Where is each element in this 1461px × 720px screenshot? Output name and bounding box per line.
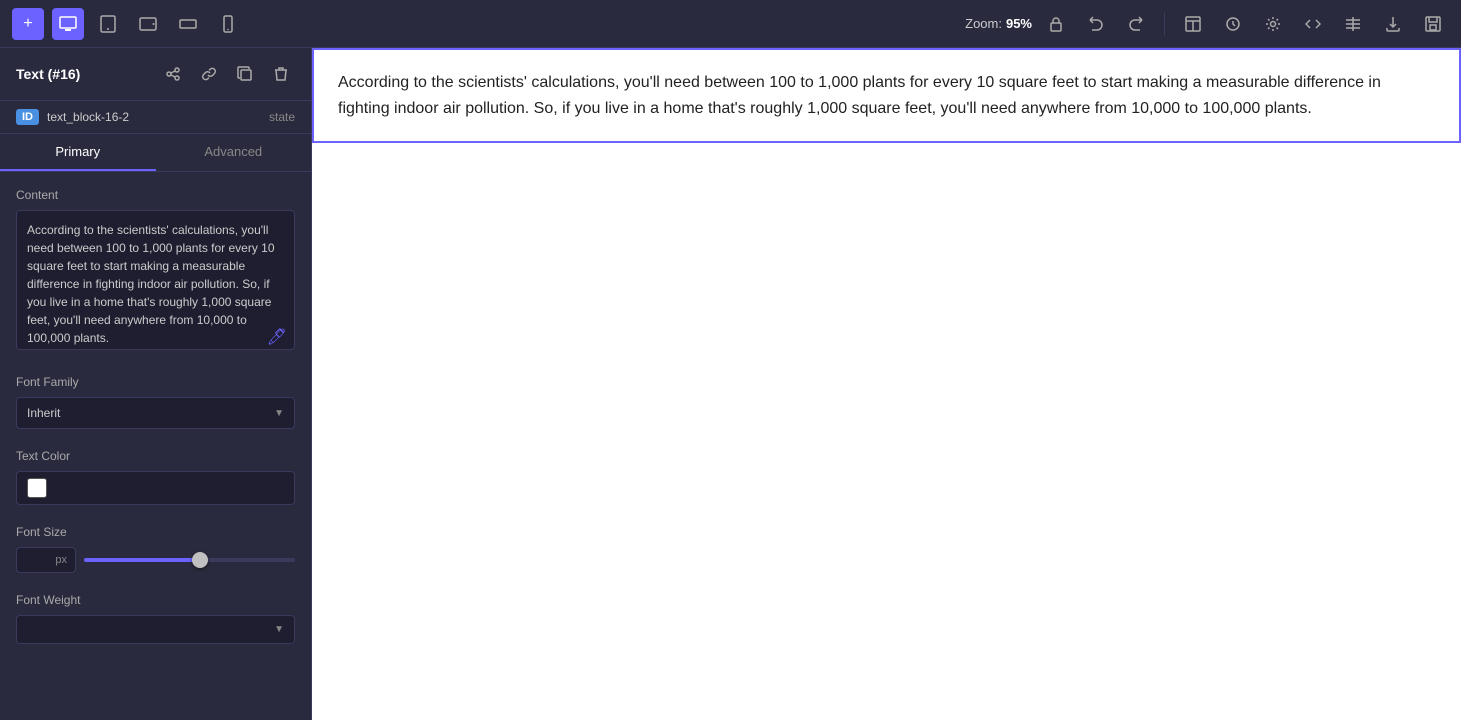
panel-content: Content 🖊 Font Family Inherit ▼ Text Col…	[0, 172, 311, 720]
mobile-view-button[interactable]	[212, 8, 244, 40]
font-size-section: Font Size px	[16, 525, 295, 573]
selected-text-block[interactable]: Text According to the scientists' calcul…	[312, 48, 1461, 143]
add-button[interactable]: +	[12, 8, 44, 40]
save-button[interactable]	[1417, 8, 1449, 40]
panel-header-icons	[159, 60, 295, 88]
font-size-row: px	[16, 547, 295, 573]
id-value: text_block-16-2	[47, 110, 261, 124]
id-badge: ID	[16, 109, 39, 125]
slider-fill	[84, 558, 200, 562]
font-family-section: Font Family Inherit ▼	[16, 375, 295, 429]
content-textarea[interactable]	[16, 210, 295, 350]
page-canvas: Text According to the scientists' calcul…	[312, 48, 1461, 720]
id-row: ID text_block-16-2 state	[0, 101, 311, 134]
tablet-view-button[interactable]	[92, 8, 124, 40]
content-label: Content	[16, 188, 295, 202]
code-icon[interactable]	[1297, 8, 1329, 40]
wide-view-button[interactable]	[172, 8, 204, 40]
grid-icon[interactable]	[1337, 8, 1369, 40]
text-color-field[interactable]	[16, 471, 295, 505]
tab-advanced[interactable]: Advanced	[156, 134, 312, 171]
text-color-label: Text Color	[16, 449, 295, 463]
settings-icon[interactable]	[1257, 8, 1289, 40]
edit-icon: 🖊	[267, 327, 287, 347]
main-layout: Text (#16) ID text_block-16-2 state	[0, 48, 1461, 720]
left-panel: Text (#16) ID text_block-16-2 state	[0, 48, 312, 720]
link-icon[interactable]	[195, 60, 223, 88]
font-weight-section: Font Weight ▼	[16, 593, 295, 644]
delete-icon[interactable]	[267, 60, 295, 88]
slider-thumb[interactable]	[192, 552, 208, 568]
history-icon[interactable]	[1217, 8, 1249, 40]
font-family-dropdown[interactable]: Inherit ▼	[16, 397, 295, 429]
font-weight-dropdown[interactable]: ▼	[16, 615, 295, 644]
text-label-badge: Text	[322, 48, 358, 49]
toolbar-right: Zoom: 95%	[965, 8, 1449, 40]
lock-icon[interactable]	[1040, 8, 1072, 40]
canvas-text-content: According to the scientists' calculation…	[338, 70, 1435, 121]
font-size-label: Font Size	[16, 525, 295, 539]
panel-title: Text (#16)	[16, 66, 80, 82]
color-swatch	[27, 478, 47, 498]
px-unit-label: px	[55, 554, 67, 566]
state-label: state	[269, 110, 295, 124]
panel-header: Text (#16)	[0, 48, 311, 101]
slider-track	[84, 558, 295, 562]
landscape-tablet-button[interactable]	[132, 8, 164, 40]
layout-icon[interactable]	[1177, 8, 1209, 40]
desktop-view-button[interactable]	[52, 8, 84, 40]
tab-primary[interactable]: Primary	[0, 134, 156, 171]
zoom-display: Zoom: 95%	[965, 16, 1032, 31]
redo-button[interactable]	[1120, 8, 1152, 40]
detach-icon[interactable]	[159, 60, 187, 88]
export-icon[interactable]	[1377, 8, 1409, 40]
duplicate-icon[interactable]	[231, 60, 259, 88]
chevron-down-icon-2: ▼	[274, 624, 284, 635]
font-weight-label: Font Weight	[16, 593, 295, 607]
font-size-input[interactable]: px	[16, 547, 76, 573]
chevron-down-icon: ▼	[274, 408, 284, 419]
panel-tabs: Primary Advanced	[0, 134, 311, 172]
content-area-wrapper: 🖊	[16, 210, 295, 355]
top-toolbar: + Zoom: 95%	[0, 0, 1461, 48]
text-color-section: Text Color	[16, 449, 295, 505]
canvas-area: Text According to the scientists' calcul…	[312, 48, 1461, 720]
undo-button[interactable]	[1080, 8, 1112, 40]
font-family-label: Font Family	[16, 375, 295, 389]
font-size-slider[interactable]	[84, 550, 295, 570]
